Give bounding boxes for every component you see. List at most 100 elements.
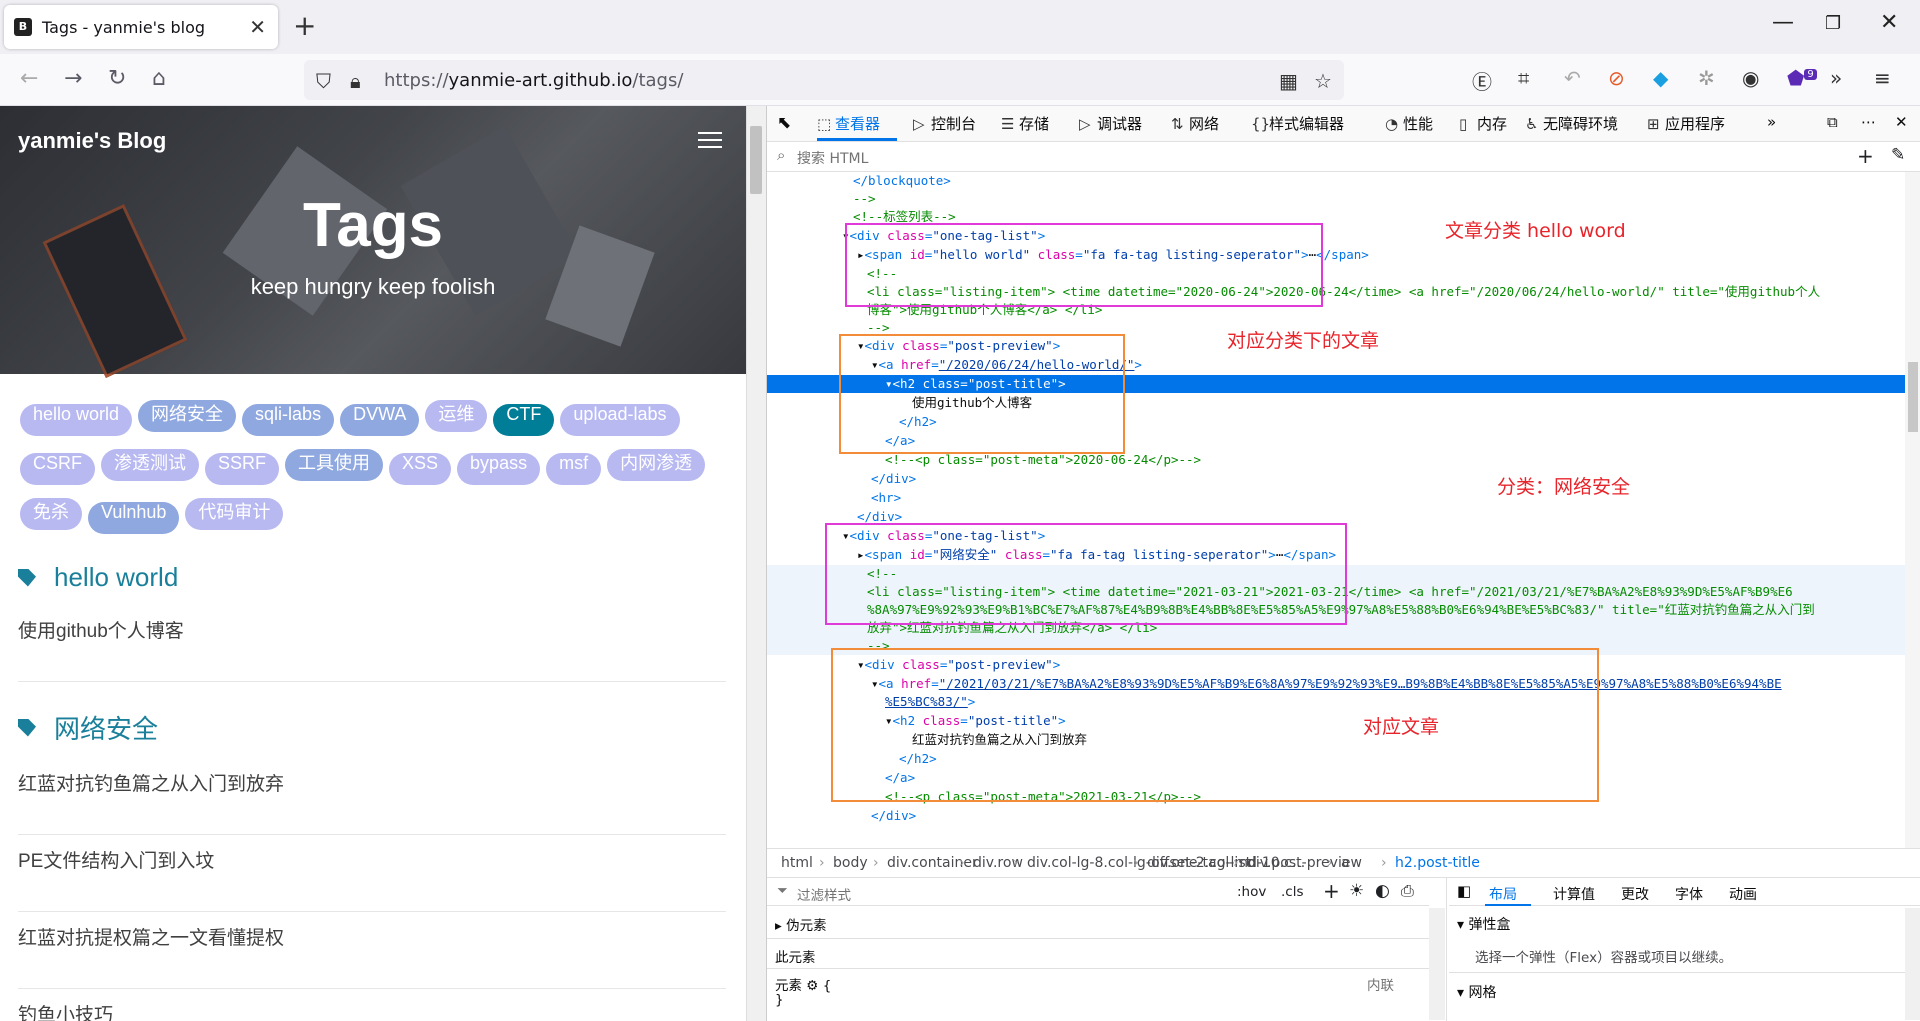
cube-extension-icon[interactable]: ◆ (1653, 66, 1668, 90)
gear-extension-icon[interactable]: ✲ (1698, 66, 1715, 90)
flexbox-section-toggle[interactable]: ▾ 弹性盒 (1457, 914, 1510, 934)
post-link[interactable]: 红蓝对抗提权篇之一文看懂提权 (18, 912, 726, 989)
tag-pill[interactable]: DVWA (340, 404, 420, 436)
breadcrumb-item[interactable]: body (833, 855, 868, 871)
tag-pill[interactable]: 运维 (425, 400, 488, 432)
tag-pill[interactable]: Vulnhub (88, 502, 180, 534)
hamburger-menu-icon[interactable] (698, 132, 722, 150)
url-text[interactable]: https://yanmie-art.github.io/tags/ (384, 70, 683, 91)
tag-pill[interactable]: 工具使用 (285, 449, 384, 481)
tab-fonts[interactable]: 字体 (1675, 884, 1703, 904)
lock-icon[interactable]: 🔒︎ (350, 69, 361, 93)
hov-toggle[interactable]: :hov (1237, 884, 1266, 900)
blocker-extension-icon[interactable]: ⊘ (1608, 66, 1625, 90)
blog-brand-link[interactable]: yanmie's Blog (18, 128, 166, 154)
devtools-tab[interactable]: ⊞ 应用程序 (1647, 113, 1725, 134)
layout-scrollbar[interactable] (1905, 908, 1920, 1020)
address-bar[interactable]: ⛉ 🔒︎ https://yanmie-art.github.io/tags/ … (304, 60, 1344, 100)
undo-icon[interactable]: ↶ (1564, 66, 1581, 90)
tab-changes[interactable]: 更改 (1621, 884, 1649, 904)
tag-pill[interactable]: hello world (20, 404, 133, 436)
tag-pill[interactable]: msf (546, 453, 602, 485)
post-link[interactable]: 红蓝对抗钓鱼篇之从入门到放弃 (18, 758, 726, 835)
section-heading[interactable]: 网络安全 (18, 709, 726, 746)
close-window-button[interactable]: ✕ (1880, 10, 1898, 35)
cookie-extension-icon[interactable]: ◉ (1742, 66, 1759, 90)
devtools-tab[interactable]: ⇅ 网络 (1171, 113, 1219, 134)
post-link[interactable]: 钓鱼小技巧 (18, 989, 726, 1021)
tag-pill[interactable]: SSRF (205, 453, 280, 485)
breadcrumb-item[interactable]: a (1341, 855, 1350, 871)
back-arrow-icon[interactable]: ← (20, 66, 38, 91)
tag-pill[interactable]: CSRF (20, 453, 95, 485)
bookmark-star-icon[interactable]: ☆ (1314, 69, 1332, 93)
home-icon[interactable]: ⌂ (152, 66, 166, 91)
devtools-tab[interactable]: ◔ 性能 (1385, 113, 1433, 134)
browser-tab[interactable]: B Tags - yanmie's blog ✕ (4, 5, 278, 49)
devtools-tab[interactable]: ▷ 调试器 (1079, 113, 1142, 134)
restore-window-button[interactable]: ❐ (1825, 13, 1841, 34)
breadcrumb-item[interactable]: h2.post-title (1395, 855, 1480, 871)
post-link[interactable]: PE文件结构入门到入坟 (18, 835, 726, 912)
print-media-icon[interactable]: ⎙ (1401, 881, 1414, 901)
tag-pill[interactable]: 网络安全 (138, 400, 237, 432)
pseudo-elements-toggle[interactable]: ▸ 伪元素 (775, 914, 827, 934)
add-rule-icon[interactable]: + (1323, 879, 1340, 903)
tag-pill[interactable]: 渗透测试 (101, 449, 199, 481)
filter-styles-input[interactable]: 过滤样式 (797, 884, 851, 904)
more-tools-chevron-icon[interactable]: » (1767, 113, 1776, 131)
element-rule[interactable]: 元素 ⚙ { (775, 974, 831, 994)
dock-side-icon[interactable]: ⧉ (1827, 113, 1838, 131)
grid-section-toggle[interactable]: ▾ 网格 (1457, 982, 1496, 1002)
element-picker-icon[interactable]: ⚙ (806, 978, 818, 994)
close-tab-icon[interactable]: ✕ (249, 15, 266, 39)
minimize-window-button[interactable]: — (1772, 10, 1794, 35)
markup-scrollbar[interactable] (1905, 172, 1920, 848)
tag-pill[interactable]: 免杀 (20, 498, 82, 530)
shield-icon[interactable]: ⛉ (316, 69, 331, 93)
element-picker-icon[interactable]: ⬉ (777, 113, 791, 133)
page-scrollbar[interactable] (746, 106, 766, 1021)
tag-pill[interactable]: sqli-labs (242, 404, 335, 436)
devtools-tab[interactable]: ⬚ 查看器 (817, 113, 880, 134)
tab-layout[interactable]: 布局 (1489, 884, 1517, 904)
overflow-chevron-icon[interactable]: » (1830, 66, 1842, 90)
layout-panel: ◧ 布局 计算值 更改 字体 动画 ▾ 弹性盒 选择一个弹性（Flex）容器或项… (1449, 878, 1920, 1021)
tab-computed[interactable]: 计算值 (1553, 884, 1595, 904)
devtools-tab[interactable]: ☰ 存储 (1001, 113, 1049, 134)
tab-strip: B Tags - yanmie's blog ✕ + — ❐ ✕ (0, 0, 1920, 54)
add-node-icon[interactable]: + (1857, 144, 1874, 168)
tag-pill[interactable]: 内网渗透 (607, 449, 706, 481)
html-search-bar[interactable]: ⌕ 搜索 HTML + ✎ (767, 142, 1920, 172)
forward-arrow-icon[interactable]: → (64, 66, 82, 91)
qr-code-icon[interactable]: ▦ (1279, 69, 1298, 93)
devtools-tab[interactable]: ▯ 内存 (1459, 113, 1507, 134)
devtools-tab[interactable]: ▷ 控制台 (913, 113, 976, 134)
dark-mode-icon[interactable]: ◐ (1375, 881, 1390, 901)
devtools-tab[interactable]: ♿ 无障碍环境 (1525, 113, 1618, 134)
html-search-input[interactable]: 搜索 HTML (797, 148, 868, 168)
cls-toggle[interactable]: .cls (1281, 884, 1304, 900)
tag-pill[interactable]: XSS (389, 453, 452, 485)
tag-pill[interactable]: upload-labs (560, 404, 680, 436)
extension-e-icon[interactable]: Ⓔ (1472, 66, 1492, 95)
rules-scrollbar[interactable] (1429, 908, 1445, 1020)
devtools-tab[interactable]: {}样式编辑器 (1251, 113, 1344, 134)
close-devtools-icon[interactable]: ✕ (1895, 113, 1908, 131)
tag-pill[interactable]: bypass (457, 453, 541, 485)
badge-extension-icon[interactable]: ⬟ 9 (1787, 66, 1817, 90)
section-heading[interactable]: hello world (18, 562, 726, 593)
light-mode-icon[interactable]: ☀ (1349, 881, 1364, 901)
eyedropper-icon[interactable]: ✎ (1891, 145, 1905, 165)
new-tab-button[interactable]: + (293, 9, 316, 42)
crop-icon[interactable]: ⌗ (1518, 66, 1529, 90)
post-link[interactable]: 使用github个人博客 (18, 605, 726, 682)
sidebar-toggle-icon[interactable]: ◧ (1457, 882, 1471, 900)
devtools-options-icon[interactable]: ⋯ (1861, 113, 1876, 131)
reload-icon[interactable]: ↻ (108, 66, 126, 91)
tag-pill[interactable]: CTF (493, 404, 555, 436)
breadcrumb-item[interactable]: html (781, 855, 813, 871)
tag-pill[interactable]: 代码审计 (185, 498, 284, 530)
tab-animations[interactable]: 动画 (1729, 884, 1757, 904)
menu-icon[interactable]: ≡ (1874, 66, 1891, 90)
